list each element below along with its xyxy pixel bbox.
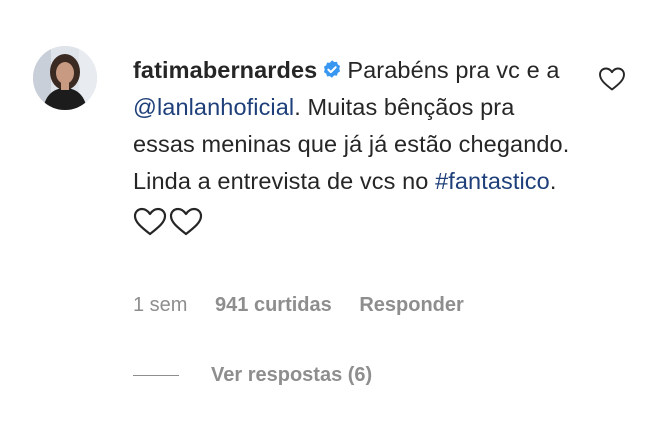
- comment-body: fatimabernardes Parabéns pra vc e a @lanl…: [133, 52, 573, 242]
- view-replies-label: Ver respostas (6): [211, 364, 373, 386]
- comment-text-part3: .: [549, 168, 557, 194]
- mention-link[interactable]: @lanlanhoficial: [133, 94, 294, 120]
- view-replies-button[interactable]: Ver respostas (6): [133, 364, 372, 392]
- emoji-line: [133, 202, 573, 242]
- comment-text-part1: Parabéns pra vc e a: [347, 57, 560, 83]
- heart-outline-icon[interactable]: [598, 66, 626, 92]
- replies-divider: [133, 375, 179, 377]
- reply-button[interactable]: Responder: [359, 294, 463, 317]
- username-link[interactable]: fatimabernardes: [133, 57, 317, 83]
- hashtag-link[interactable]: #fantastico: [435, 168, 550, 194]
- profile-photo-icon: [33, 46, 97, 110]
- avatar[interactable]: [33, 46, 97, 110]
- verified-badge-icon: [321, 55, 343, 78]
- comment: fatimabernardes Parabéns pra vc e a @lanl…: [0, 0, 660, 429]
- comment-meta: 1 sem 941 curtidas Responder: [133, 294, 464, 317]
- white-heart-emoji-icon: [169, 207, 203, 237]
- comment-time: 1 sem: [133, 294, 188, 316]
- white-heart-emoji-icon: [133, 207, 167, 237]
- likes-count-button[interactable]: 941 curtidas: [215, 294, 332, 317]
